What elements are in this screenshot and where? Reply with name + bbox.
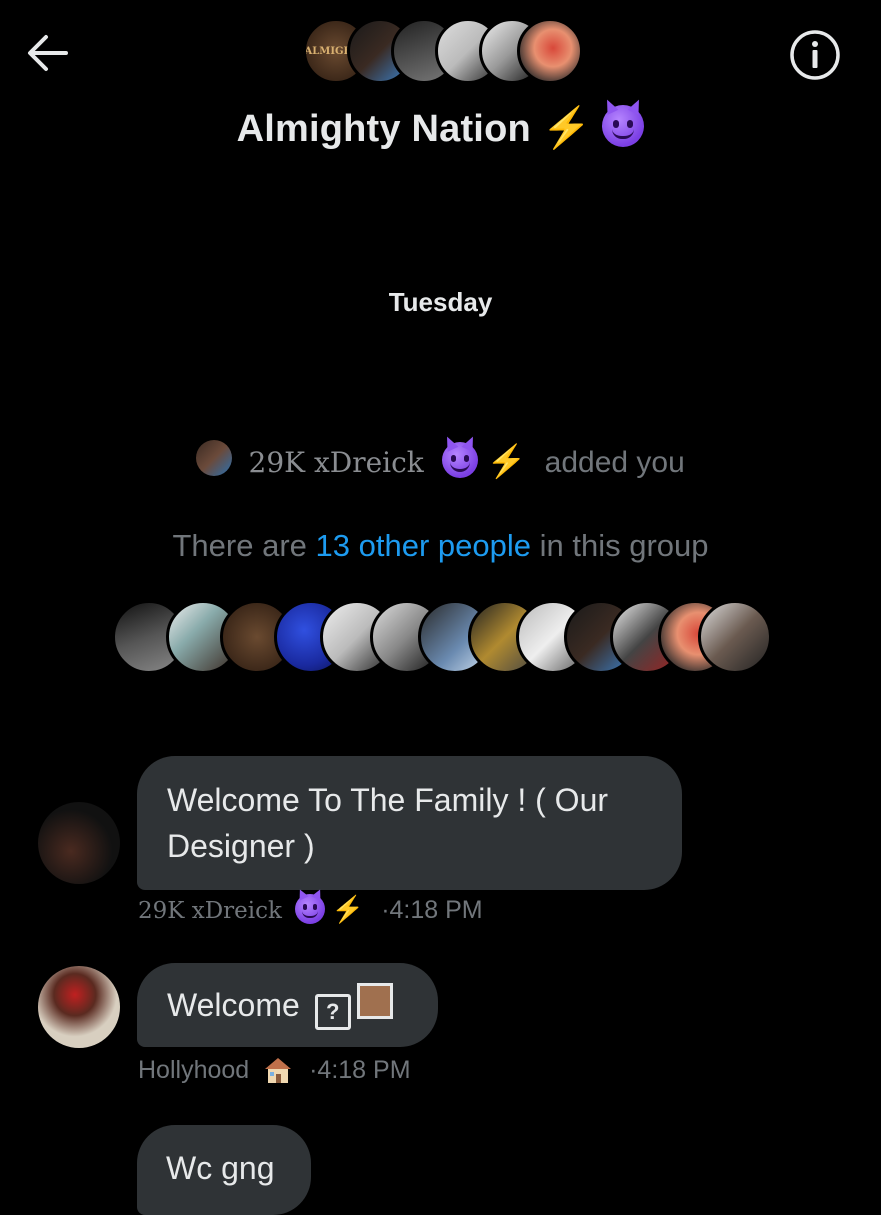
message-bubble[interactable]: Welcome ? bbox=[137, 963, 438, 1047]
arrow-left-icon bbox=[28, 35, 68, 71]
message-bubble[interactable]: Wc gng bbox=[137, 1125, 311, 1215]
message-text: Wc gng bbox=[166, 1150, 275, 1186]
member-avatar bbox=[698, 600, 772, 674]
sender-avatar[interactable] bbox=[38, 802, 120, 884]
message-meta: 29K xDreick ⚡ ·4:18 PM bbox=[138, 894, 483, 925]
actor-avatar bbox=[196, 440, 233, 476]
members-notice-prefix: There are bbox=[172, 528, 307, 563]
lightning-bolt-emoji: ⚡ bbox=[331, 894, 365, 924]
lightning-bolt-emoji: ⚡ bbox=[486, 443, 527, 479]
date-separator: Tuesday bbox=[388, 287, 493, 317]
group-avatar bbox=[517, 18, 583, 84]
lightning-bolt-emoji: ⚡ bbox=[541, 106, 592, 150]
added-action-text: added you bbox=[544, 446, 685, 479]
house-emoji bbox=[265, 1058, 292, 1083]
smiling-devil-emoji bbox=[442, 442, 479, 478]
group-title[interactable]: Almighty Nation ⚡ bbox=[0, 104, 881, 151]
group-name: Almighty Nation bbox=[236, 108, 531, 150]
smiling-devil-emoji bbox=[294, 894, 325, 924]
message-time: 4:18 PM bbox=[389, 896, 483, 924]
info-circle-icon bbox=[790, 30, 840, 80]
added-notice: 29K xDreick ⚡ added you bbox=[0, 440, 881, 480]
info-button[interactable] bbox=[788, 28, 842, 82]
smiling-devil-emoji bbox=[602, 105, 645, 147]
members-notice-suffix: in this group bbox=[539, 528, 709, 563]
message-text: Welcome To The Family ! ( Our Designer ) bbox=[167, 782, 609, 864]
member-avatar-stack[interactable] bbox=[112, 600, 772, 674]
message-text: Welcome bbox=[167, 987, 300, 1023]
message-time: 4:18 PM bbox=[317, 1056, 411, 1084]
sender-avatar[interactable] bbox=[38, 966, 120, 1048]
group-avatar-stack[interactable]: ALMIGHTY bbox=[303, 18, 583, 84]
sender-name[interactable]: 29K xDreick bbox=[138, 898, 282, 924]
message-meta: Hollyhood ·4:18 PM bbox=[138, 1056, 411, 1085]
actor-name[interactable]: 29K xDreick bbox=[249, 446, 424, 479]
unsupported-glyph-box: ? bbox=[314, 994, 351, 1030]
sender-name[interactable]: Hollyhood bbox=[138, 1056, 249, 1084]
members-notice: There are 13 other people in this group bbox=[0, 528, 881, 564]
message-separator: · bbox=[381, 896, 390, 924]
message-bubble[interactable]: Welcome To The Family ! ( Our Designer ) bbox=[137, 756, 682, 890]
back-button[interactable] bbox=[22, 28, 72, 78]
other-people-link[interactable]: 13 other people bbox=[316, 528, 531, 563]
color-square-emoji bbox=[356, 983, 393, 1019]
